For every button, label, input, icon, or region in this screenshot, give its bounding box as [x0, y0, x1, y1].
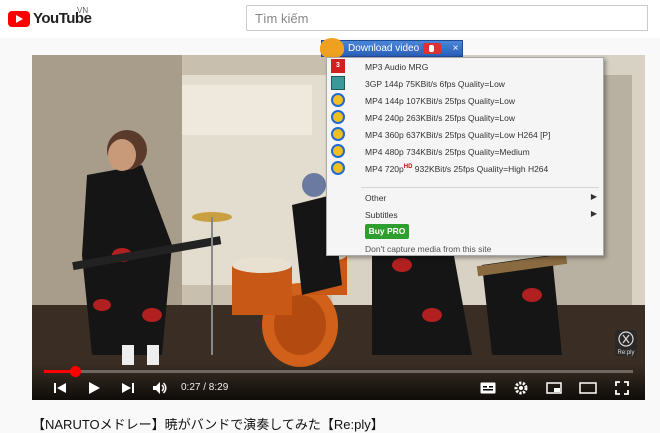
theater-mode-button[interactable]: [578, 380, 598, 396]
previous-button[interactable]: [50, 380, 70, 396]
video-format-icon: [331, 144, 345, 158]
search-input[interactable]: [246, 5, 648, 31]
menu-item-mp4-360p[interactable]: MP4 360p 637KBit/s 25fps Quality=Low H26…: [327, 126, 603, 143]
menu-item-3gp-144p[interactable]: 3GP 144p 75KBit/s 6fps Quality=Low: [327, 75, 603, 92]
fullscreen-button[interactable]: [612, 380, 632, 396]
play-button[interactable]: [84, 380, 104, 396]
menu-item-mp3[interactable]: 3 MP3 Audio MRG: [327, 58, 603, 75]
menu-item-label: MP3 Audio MRG: [365, 62, 429, 72]
video-format-icon: [331, 110, 345, 124]
time-display: 0:27 / 8:29: [181, 382, 229, 393]
subtitles-button[interactable]: [478, 380, 498, 396]
submenu-arrow-icon: ▶: [590, 209, 597, 218]
submenu-arrow-icon: ▶: [590, 192, 597, 201]
menu-item-label: MP4 360p 637KBit/s 25fps Quality=Low H26…: [365, 130, 551, 140]
download-video-title: Download video: [348, 43, 420, 54]
menu-item-mp4-480p[interactable]: MP4 480p 734KBit/s 25fps Quality=Medium: [327, 143, 603, 160]
menu-item-subtitles[interactable]: Subtitles ▶: [327, 206, 603, 223]
close-icon[interactable]: ×: [449, 41, 462, 56]
menu-item-label: MP4 480p 734KBit/s 25fps Quality=Medium: [365, 147, 530, 157]
youtube-play-icon: [8, 10, 30, 27]
dont-capture-link[interactable]: Don't capture media from this site: [365, 244, 491, 254]
settings-button[interactable]: [511, 380, 531, 396]
mp3-icon: 3: [331, 59, 345, 73]
video-format-icon: [331, 127, 345, 141]
menu-item-label: MP4 240p 263KBit/s 25fps Quality=Low: [365, 113, 516, 123]
menu-item-label: Subtitles: [365, 210, 398, 220]
reply-logo-icon: [618, 331, 634, 347]
masthead: YouTube VN: [0, 0, 660, 38]
next-button[interactable]: [118, 380, 138, 396]
buy-pro-button[interactable]: Buy PRO: [365, 224, 409, 239]
download-video-button[interactable]: Download video ×: [320, 38, 463, 58]
fullscreen-icon: [615, 381, 629, 395]
format-details: 932KBit/s 25fps Quality=High H264: [412, 164, 549, 174]
gear-icon: [514, 381, 528, 395]
menu-item-mp4-240p[interactable]: MP4 240p 263KBit/s 25fps Quality=Low: [327, 109, 603, 126]
skip-next-icon: [122, 383, 134, 393]
mute-button[interactable]: [150, 380, 170, 396]
watermark-text: Re:ply: [617, 350, 635, 356]
progress-scrubber[interactable]: [70, 366, 82, 377]
downloader-logo-icon: [320, 38, 344, 58]
menu-item-label: 3GP 144p 75KBit/s 6fps Quality=Low: [365, 79, 505, 89]
miniplayer-icon: [546, 382, 562, 394]
video-title: 【NARUTOメドレー】暁がバンドで演奏してみた【Re:ply】: [32, 417, 384, 432]
captions-icon: [480, 382, 496, 394]
progress-bar[interactable]: [44, 366, 633, 377]
menu-divider: [361, 187, 599, 188]
film-icon: [331, 76, 345, 90]
video-format-icon: [331, 93, 345, 107]
menu-item-label: Other: [365, 193, 387, 203]
menu-item-mp4-144p[interactable]: MP4 144p 107KBit/s 25fps Quality=Low: [327, 92, 603, 109]
skip-previous-icon: [54, 383, 66, 393]
volume-icon: [153, 382, 167, 394]
format-label: MP4 720p: [365, 164, 404, 174]
download-format-menu: 3 MP3 Audio MRG 3GP 144p 75KBit/s 6fps Q…: [326, 57, 604, 256]
menu-item-label: MP4 720pHD 932KBit/s 25fps Quality=High …: [365, 164, 548, 174]
player-controls: 0:27 / 8:29: [32, 364, 645, 400]
menu-item-mp4-720p[interactable]: MP4 720pHD 932KBit/s 25fps Quality=High …: [327, 160, 603, 177]
miniplayer-button[interactable]: [544, 380, 564, 396]
play-icon: [89, 382, 100, 394]
menu-item-other[interactable]: Other ▶: [327, 189, 603, 206]
record-icon[interactable]: [423, 43, 441, 54]
theater-icon: [579, 382, 597, 394]
video-format-icon: [331, 161, 345, 175]
region-code: VN: [77, 6, 89, 15]
channel-watermark[interactable]: Re:ply: [615, 330, 637, 356]
menu-item-label: MP4 144p 107KBit/s 25fps Quality=Low: [365, 96, 516, 106]
